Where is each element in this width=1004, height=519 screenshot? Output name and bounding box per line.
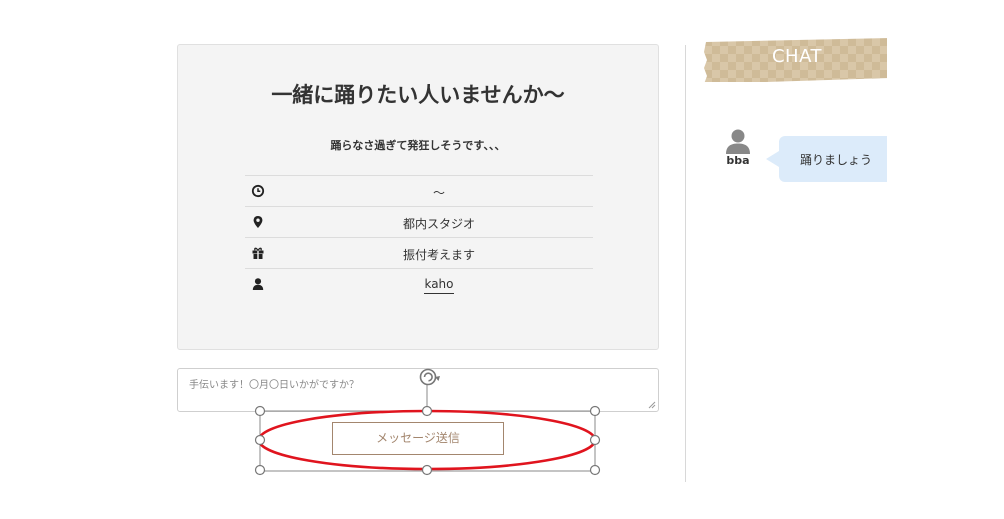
clock-icon	[251, 184, 265, 198]
host-profile-link[interactable]: kaho	[285, 277, 593, 294]
event-title: 一緒に踊りたい人いませんか〜	[271, 83, 565, 107]
chat-username: bba	[726, 154, 750, 167]
detail-row-place: 都内スタジオ	[245, 206, 593, 237]
avatar-icon[interactable]	[724, 128, 752, 156]
event-card: 一緒に踊りたい人いませんか〜 踊らなさ過ぎて発狂しそうです、、、 〜 都内スタジ…	[177, 44, 659, 350]
detail-row-time: 〜	[245, 175, 593, 206]
event-details-table: 〜 都内スタジオ 振付考えます kaho	[245, 175, 593, 299]
map-pin-icon	[253, 216, 263, 228]
detail-row-offer: 振付考えます	[245, 237, 593, 268]
chat-bubble-tail	[766, 151, 779, 167]
chat-panel-border	[685, 45, 686, 482]
chat-header-title: CHAT	[771, 46, 822, 67]
chat-message-text: 踊りましょう	[800, 153, 873, 167]
detail-row-host: kaho	[245, 268, 593, 299]
event-description: 踊らなさ過ぎて発狂しそうです、、、	[330, 139, 506, 152]
user-icon	[252, 278, 264, 290]
detail-offer-value: 振付考えます	[402, 248, 475, 262]
detail-time-value: 〜	[432, 186, 445, 200]
resize-grip-icon[interactable]	[648, 401, 656, 409]
gift-icon	[252, 247, 264, 259]
viewport-edge	[887, 0, 1004, 519]
send-message-button[interactable]: メッセージ送信	[332, 422, 504, 455]
message-placeholder: 手伝います！〇月〇日いかがですか？	[189, 380, 359, 391]
message-textarea[interactable]: 手伝います！〇月〇日いかがですか？	[177, 368, 659, 412]
host-name[interactable]: kaho	[424, 277, 454, 294]
detail-place-value: 都内スタジオ	[402, 217, 475, 231]
